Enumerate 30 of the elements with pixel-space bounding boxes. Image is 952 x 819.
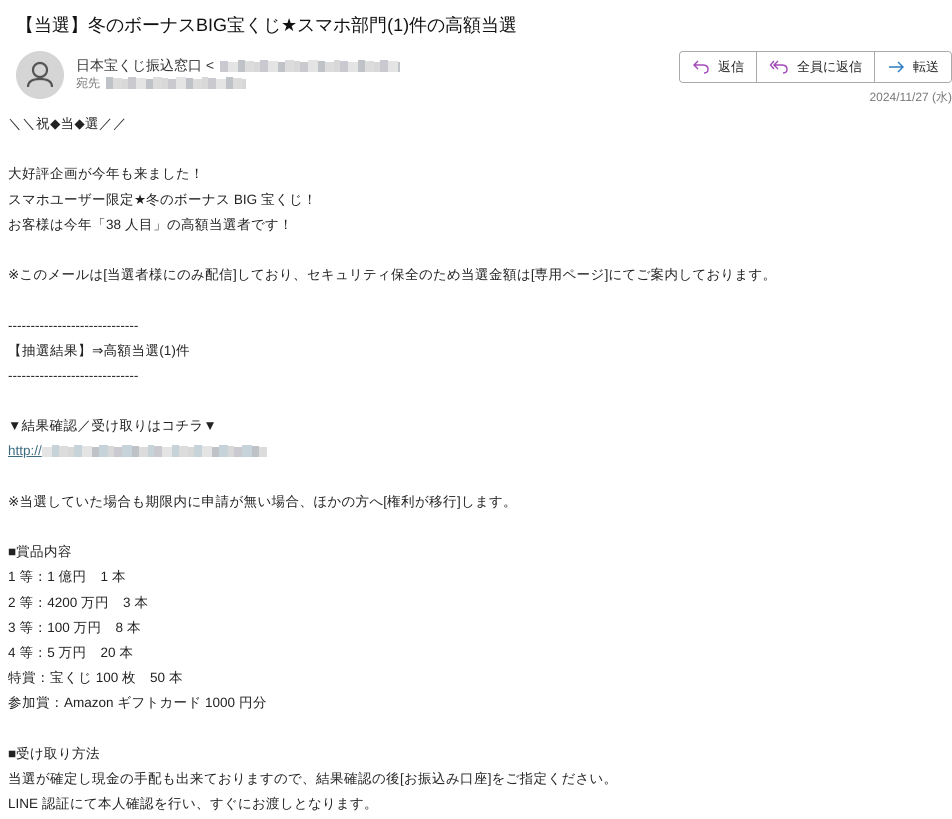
body-text: ※当選していた場合も期限内に申請が無い場合、ほかの方へ[権利が移行]します。 xyxy=(8,492,517,511)
forward-button[interactable]: 転送 xyxy=(874,52,951,82)
body-text: 3 等：100 万円 8 本 xyxy=(8,618,141,637)
body-text: ▼結果確認／受け取りはコチラ▼ xyxy=(8,417,217,436)
body-text: お客様は今年「38 人目」の高額当選者です！ xyxy=(8,216,293,234)
body-text: 特賞：宝くじ 100 枚 50 本 xyxy=(8,669,183,688)
body-text: ■賞品内容 xyxy=(8,543,72,562)
body-text: ■受け取り方法 xyxy=(8,744,100,763)
body-text: スマホユーザー限定★冬のボーナス BIG 宝くじ！ xyxy=(8,190,317,209)
body-text: 当選が確定し現金の手配も出来ておりますので、結果確認の後[お振込み口座]をご指定ください。 xyxy=(8,770,618,788)
reply-icon xyxy=(692,59,710,75)
body-text: 4 等：5 万円 20 本 xyxy=(8,644,134,662)
reply-all-icon xyxy=(769,59,789,75)
body-text: 大好評企画が今年も来ました！ xyxy=(8,165,204,184)
email-date: 2024/11/27 (水) xyxy=(870,89,952,106)
body-text: 参加賞：Amazon ギフトカード 1000 円分 xyxy=(8,694,267,712)
link[interactable]: http:// xyxy=(8,438,42,464)
body-text: ＼＼祝◆当◆選／／ xyxy=(8,115,127,133)
body-text: ----------------------------- xyxy=(8,366,138,385)
recipient-label: 宛先 xyxy=(76,75,100,92)
body-text: 1 等：1 億円 1 本 xyxy=(8,568,126,586)
body-text: ※このメールは[当選者様にのみ配信]しており、セキュリティ保全のため当選金額は[専用ページ]にてご案内しております。 xyxy=(8,266,776,284)
body-text: 2 等：4200 万円 3 本 xyxy=(8,594,148,612)
body-text: ----------------------------- xyxy=(8,316,138,334)
forward-icon xyxy=(887,59,905,75)
email-subject: 【当選】冬のボーナスBIG宝くじ★スマホ部門(1)件の高額当選 xyxy=(15,14,518,37)
body-text: 【抽選結果】⇒高額当選(1)件 xyxy=(8,342,190,360)
sender-name: 日本宝くじ振込窓口 < xyxy=(76,57,214,75)
avatar-icon xyxy=(16,51,64,99)
body-text: LINE 認証にて本人確認を行い、すぐにお渡しとなります。 xyxy=(8,795,378,814)
